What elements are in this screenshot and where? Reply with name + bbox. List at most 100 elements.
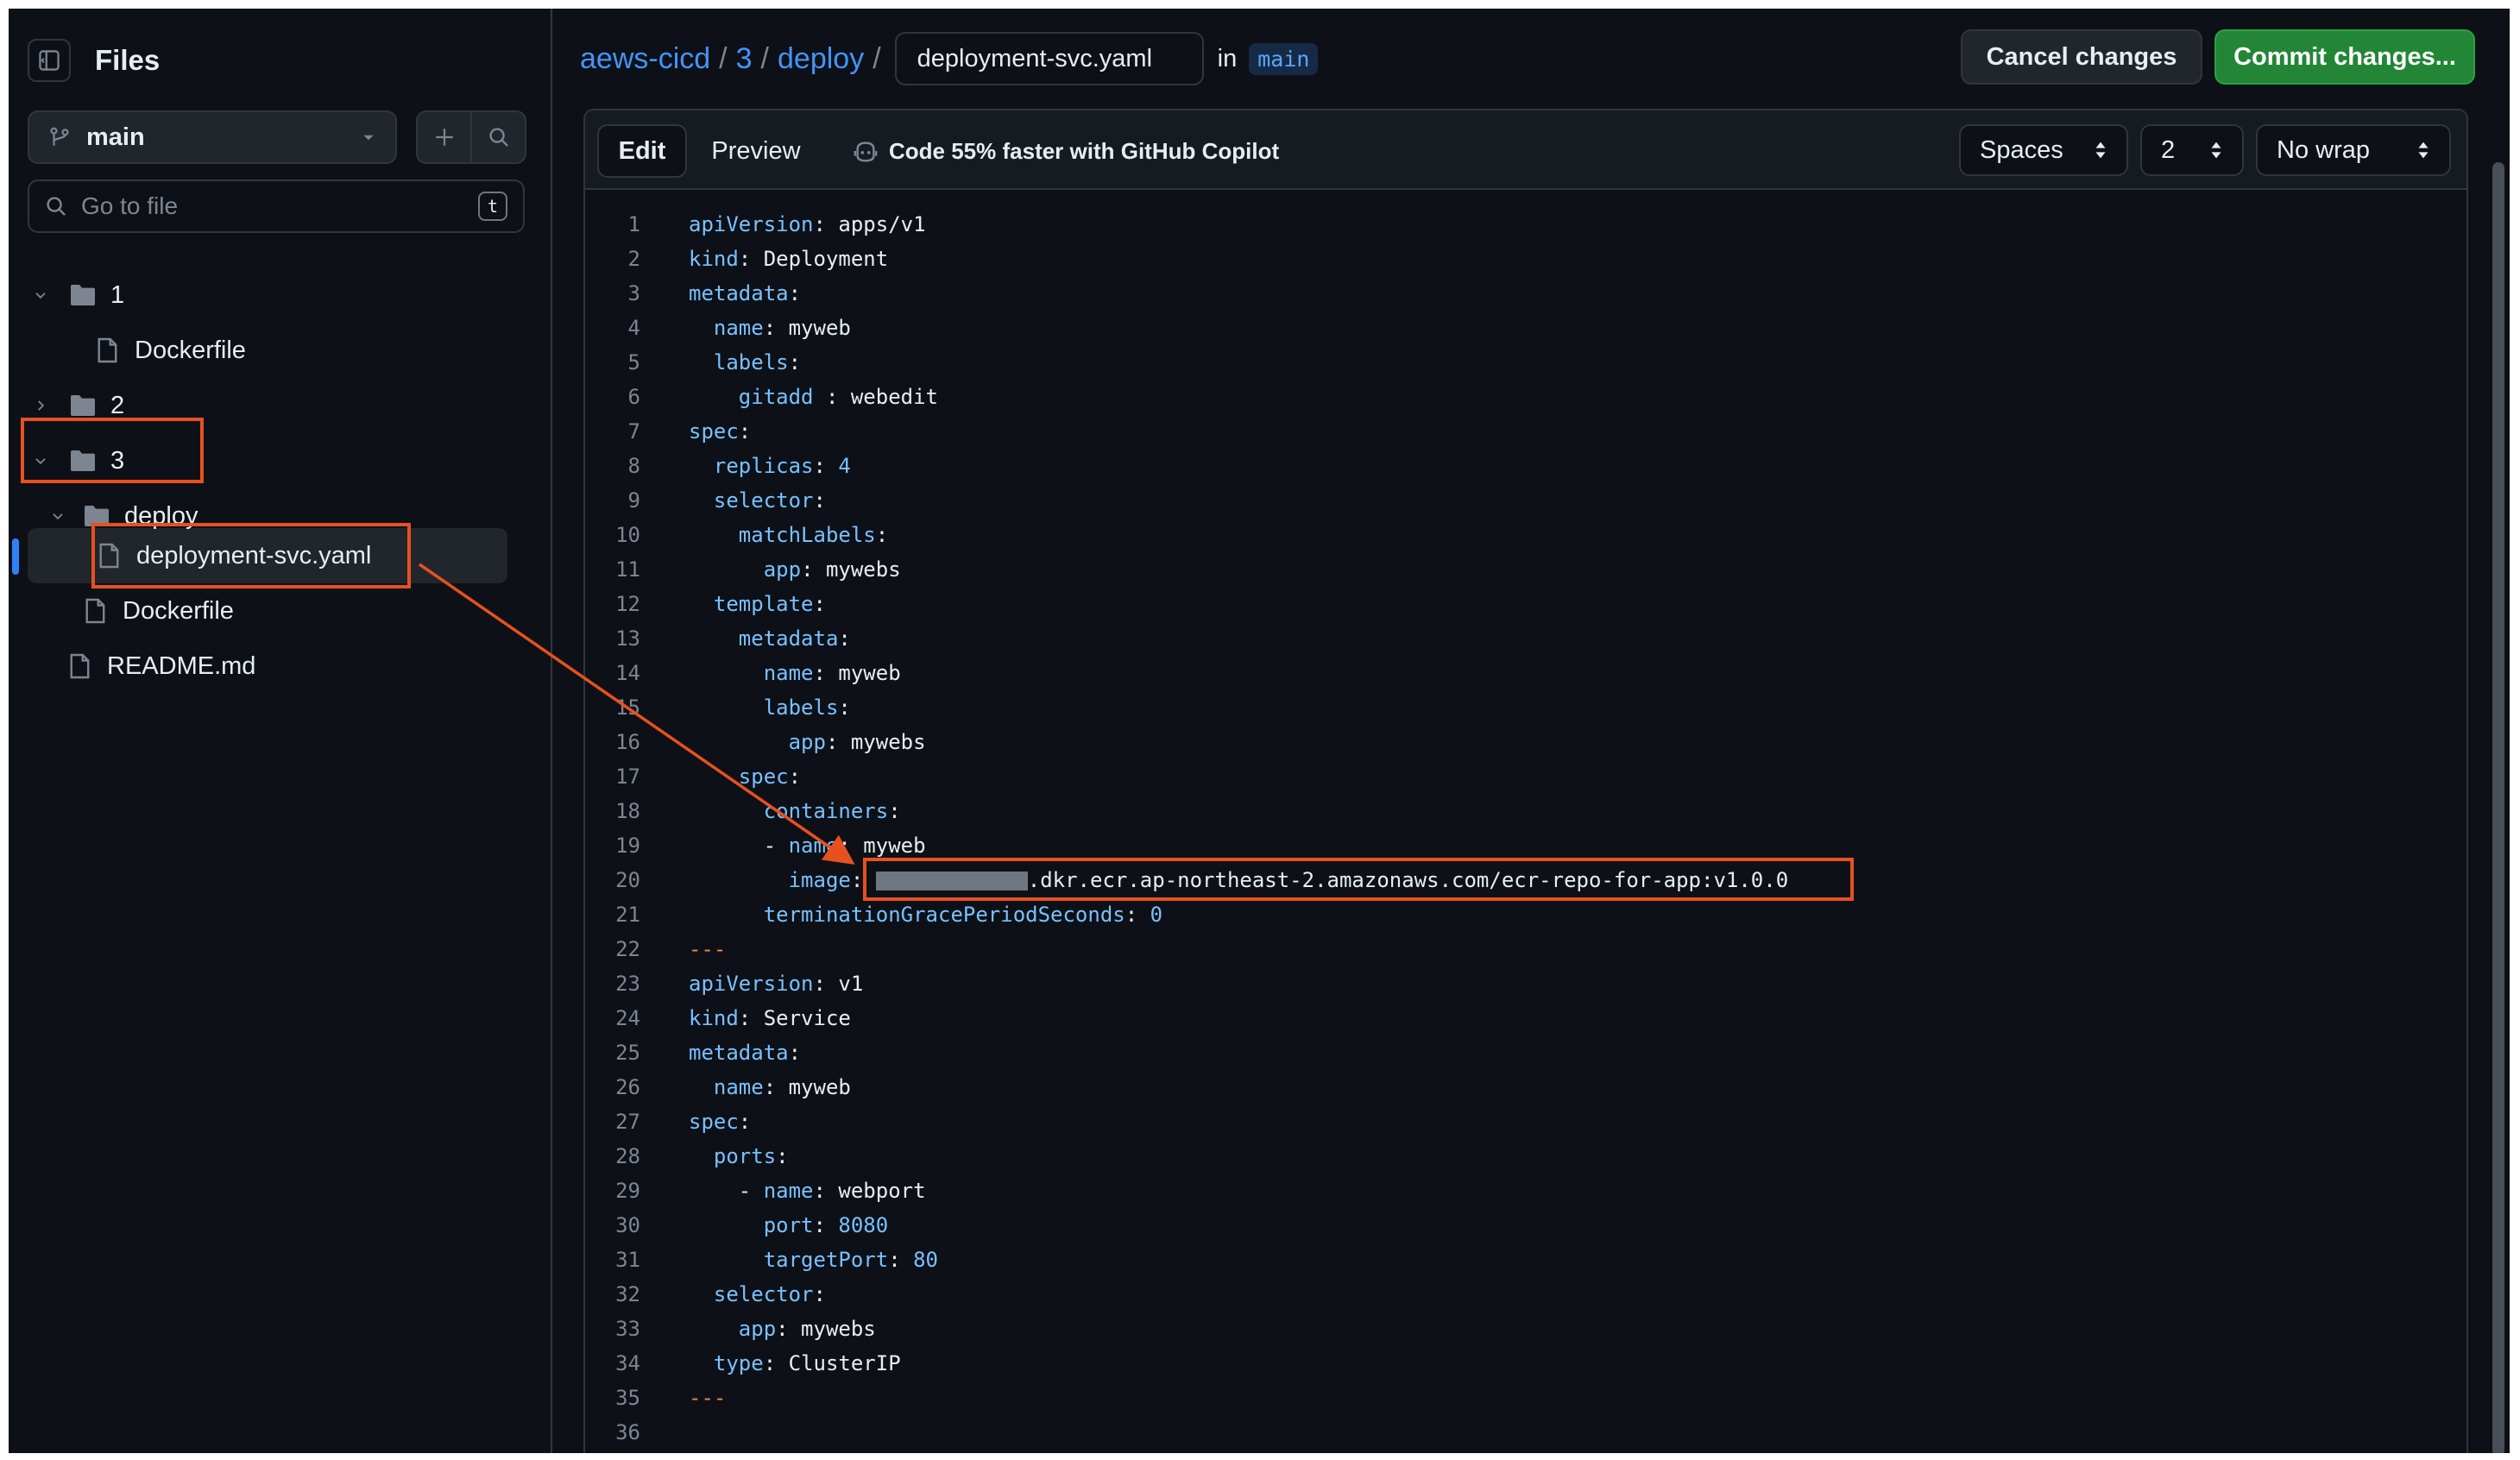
branch-selector[interactable]: main: [28, 110, 397, 164]
plus-icon: [435, 129, 453, 146]
code-text: image: .dkr.ecr.ap-northeast-2.amazonaws…: [788, 868, 1789, 892]
code-line: 15 labels:: [585, 690, 2466, 725]
code-line: 25 metadata:: [585, 1035, 2466, 1070]
go-to-file-input[interactable]: Go to file t: [28, 179, 525, 233]
code-text: name: myweb: [713, 1075, 851, 1099]
folder-icon: [71, 395, 95, 416]
code-line: 6 gitadd : webedit: [585, 380, 2466, 414]
search-icon: [488, 128, 508, 147]
sort-arrows-icon: [2418, 142, 2429, 159]
code-line: 1 apiVersion: apps/v1: [585, 207, 2466, 242]
add-file-button[interactable]: [418, 112, 470, 162]
tree-item-label: deployment-svc.yaml: [136, 541, 372, 570]
indent-mode-value: Spaces: [1980, 135, 2063, 164]
chevron-down-icon: [35, 458, 46, 465]
line-number: 11: [615, 557, 640, 582]
line-number: 24: [615, 1006, 640, 1030]
app-window: Files main Go to file t 1 Dockerfile 2 3…: [9, 9, 2510, 1453]
breadcrumb-repo-link[interactable]: aews-cicd: [580, 42, 710, 76]
line-number: 13: [615, 626, 640, 651]
edit-preview-tabs: Edit Preview: [597, 124, 825, 178]
line-number: 32: [615, 1282, 640, 1306]
code-line: 3 metadata:: [585, 276, 2466, 311]
code-text: selector:: [713, 488, 826, 513]
tree-item-folder-2[interactable]: 2: [31, 378, 124, 433]
code-text: type: ClusterIP: [713, 1351, 901, 1375]
line-number: 26: [615, 1075, 640, 1099]
tree-item-readme[interactable]: README.md: [64, 639, 255, 694]
tree-item-deployment-svc-yaml[interactable]: deployment-svc.yaml: [93, 528, 371, 583]
indent-size-select[interactable]: 2: [2140, 124, 2244, 176]
code-text: kind: Service: [689, 1006, 851, 1030]
sidebar-title: Files: [95, 44, 161, 76]
line-number: 9: [627, 488, 640, 513]
wrap-mode-select[interactable]: No wrap: [2256, 124, 2451, 176]
tree-item-folder-1[interactable]: 1: [31, 267, 124, 323]
tree-item-label: 1: [110, 280, 125, 309]
indent-size-value: 2: [2161, 135, 2176, 164]
code-line: 19 - name: myweb: [585, 828, 2466, 863]
code-line: 33 app: mywebs: [585, 1312, 2466, 1346]
code-line: 12 template:: [585, 587, 2466, 621]
line-number: 5: [627, 350, 640, 374]
code-text: spec:: [689, 1110, 752, 1134]
sort-arrows-icon: [2095, 142, 2106, 159]
line-number: 3: [627, 281, 640, 305]
commit-changes-button[interactable]: Commit changes...: [2214, 29, 2475, 85]
indent-mode-select[interactable]: Spaces: [1959, 124, 2128, 176]
code-text: metadata:: [689, 1041, 802, 1065]
line-number: 19: [615, 834, 640, 858]
code-line: 21 terminationGracePeriodSeconds: 0: [585, 897, 2466, 932]
code-text: metadata:: [689, 281, 802, 305]
code-line: 31 targetPort: 80: [585, 1243, 2466, 1277]
filename-input[interactable]: deployment-svc.yaml: [894, 32, 1204, 85]
code-text: app: mywebs: [763, 557, 901, 582]
code-text: apiVersion: v1: [689, 972, 864, 996]
line-number: 35: [615, 1386, 640, 1410]
line-number: 6: [627, 385, 640, 409]
tree-item-dockerfile[interactable]: Dockerfile: [79, 583, 234, 639]
code-line: 30 port: 8080: [585, 1208, 2466, 1243]
breadcrumb-folder-link[interactable]: 3: [736, 42, 753, 76]
redacted-account-id: [875, 872, 1028, 890]
code-line: 27 spec:: [585, 1104, 2466, 1139]
breadcrumb-separator: /: [873, 41, 881, 75]
sidebar-actions: [416, 110, 526, 164]
tree-item-label: Dockerfile: [123, 596, 234, 625]
tree-item-folder-3[interactable]: 3: [31, 433, 124, 488]
line-number: 8: [627, 454, 640, 478]
tree-item-label: 2: [110, 391, 125, 419]
line-number: 29: [615, 1179, 640, 1203]
in-label: in: [1217, 44, 1238, 72]
collapse-sidebar-button[interactable]: [28, 39, 71, 82]
code-line: 34 type: ClusterIP: [585, 1346, 2466, 1381]
code-line: 29 - name: webport: [585, 1174, 2466, 1208]
code-line: 35 ---: [585, 1381, 2466, 1415]
folder-open-icon: [71, 450, 95, 471]
search-files-button[interactable]: [470, 112, 525, 162]
code-text: containers:: [763, 799, 901, 823]
tree-item-dockerfile[interactable]: Dockerfile: [31, 323, 246, 378]
sort-arrows-icon: [2211, 142, 2221, 159]
tab-preview[interactable]: Preview: [687, 124, 825, 178]
branch-badge: main: [1249, 42, 1319, 75]
breadcrumb-subfolder-link[interactable]: deploy: [778, 42, 864, 76]
code-line: 11 app: mywebs: [585, 552, 2466, 587]
cancel-changes-button[interactable]: Cancel changes: [1961, 29, 2202, 85]
vertical-scrollbar[interactable]: [2485, 9, 2510, 1453]
breadcrumb: aews-cicd / 3 / deploy / deployment-svc.…: [580, 31, 1319, 86]
code-line: 28 ports:: [585, 1139, 2466, 1174]
copilot-icon: [854, 142, 878, 162]
line-number: 23: [615, 972, 640, 996]
tree-item-label: README.md: [107, 651, 256, 680]
copilot-promo[interactable]: Code 55% faster with GitHub Copilot: [853, 124, 1279, 178]
file-icon: [70, 653, 90, 679]
file-icon: [85, 598, 105, 624]
code-line: 32 selector:: [585, 1277, 2466, 1312]
code-line: 22 ---: [585, 932, 2466, 966]
scrollbar-thumb[interactable]: [2492, 162, 2504, 1453]
code-line: 17 spec:: [585, 759, 2466, 794]
tab-edit[interactable]: Edit: [597, 124, 687, 178]
code-text: apiVersion: apps/v1: [689, 212, 926, 236]
sidebar-header: Files: [28, 38, 160, 83]
